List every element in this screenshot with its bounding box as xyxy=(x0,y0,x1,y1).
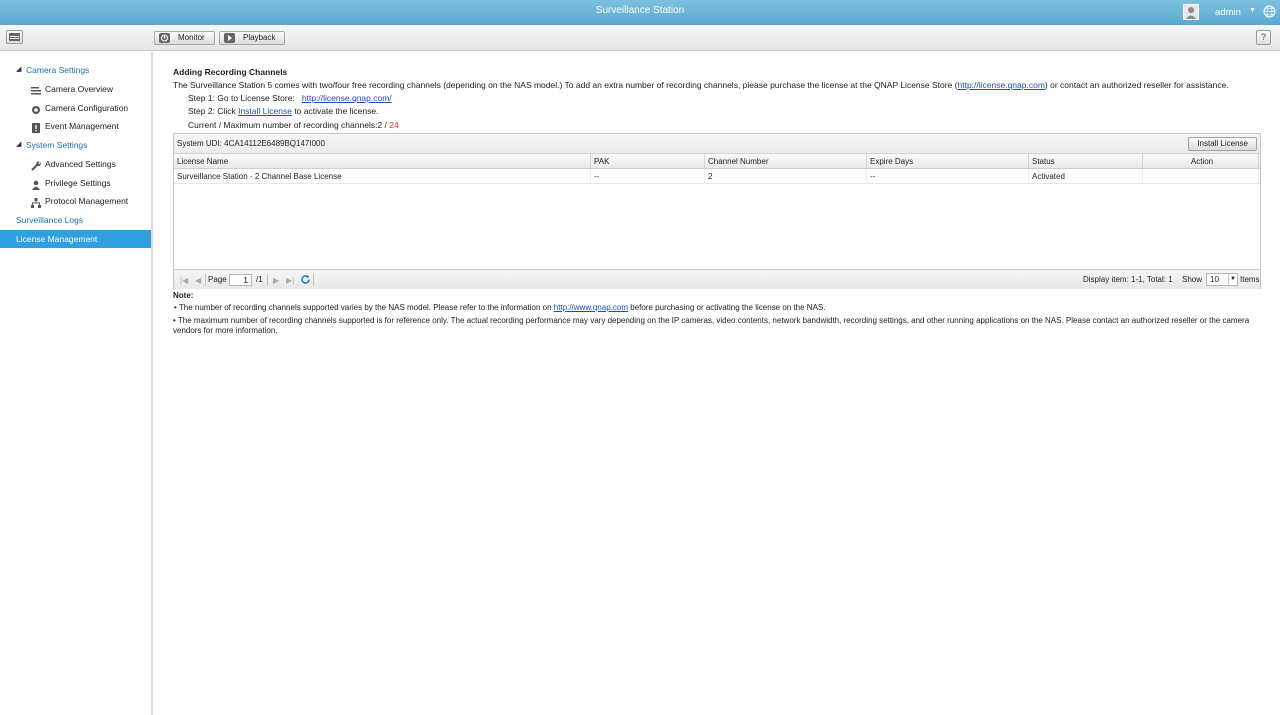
note-item: • The number of recording channels suppo… xyxy=(174,303,826,312)
sidebar-item-camera-overview[interactable]: Camera Overview xyxy=(0,80,151,98)
pagination-bar: |◀ ◀ Page /1 ▶ ▶| Display item: 1-1, Tot… xyxy=(174,269,1260,289)
column-status[interactable]: Status xyxy=(1029,154,1143,169)
page-total: /1 xyxy=(256,275,263,284)
sidebar-item-license-management[interactable]: License Management xyxy=(0,230,151,248)
cell-action xyxy=(1143,169,1259,184)
cell-pak: -- xyxy=(591,169,705,184)
user-avatar-icon[interactable] xyxy=(1183,4,1199,20)
title-bar: Surveillance Station admin ▼ xyxy=(0,0,1280,25)
prev-page-icon[interactable]: ◀ xyxy=(195,276,201,285)
page-label: Page xyxy=(208,275,227,284)
sidebar-group-camera-settings[interactable]: ◢ Camera Settings xyxy=(0,61,151,79)
column-license-name[interactable]: License Name xyxy=(174,154,591,169)
column-channel-number[interactable]: Channel Number xyxy=(705,154,867,169)
sidebar-item-protocol-management[interactable]: Protocol Management xyxy=(0,192,151,210)
license-grid: System UDI: 4CA14112E6489BQ147I000 Insta… xyxy=(173,133,1261,289)
chevron-down-icon[interactable]: ▼ xyxy=(1228,274,1237,285)
sidebar: ◢ Camera Settings Camera Overview Camera… xyxy=(0,52,153,715)
network-icon xyxy=(31,196,42,208)
wrench-icon xyxy=(31,159,42,171)
toolbar: Monitor Playback ? xyxy=(0,25,1280,51)
cell-expire-days: -- xyxy=(867,169,1029,184)
playback-button[interactable]: Playback xyxy=(219,31,285,45)
monitor-icon xyxy=(159,33,170,43)
chevron-down-icon[interactable]: ▼ xyxy=(1249,7,1256,14)
page-size-select[interactable]: 10 ▼ xyxy=(1206,273,1238,286)
install-license-link[interactable]: Install License xyxy=(238,106,292,116)
sidebar-item-privilege-settings[interactable]: Privilege Settings xyxy=(0,174,151,192)
note-item: • The maximum number of recording channe… xyxy=(173,316,1250,335)
expand-triangle-icon[interactable]: ◢ xyxy=(16,61,21,79)
sidebar-item-camera-configuration[interactable]: Camera Configuration xyxy=(0,99,151,117)
qnap-website-link[interactable]: http://www.qnap.com xyxy=(554,303,628,312)
cell-channel-number: 2 xyxy=(705,169,867,184)
channel-count: Current / Maximum number of recording ch… xyxy=(188,120,399,130)
user-icon xyxy=(31,178,42,190)
main-menu-button[interactable] xyxy=(6,30,23,44)
step2: Step 2: Click Install License to activat… xyxy=(188,106,379,116)
refresh-icon[interactable] xyxy=(300,274,311,287)
grid-header-bar: System UDI: 4CA14112E6489BQ147I000 Insta… xyxy=(174,134,1260,154)
language-globe-icon[interactable] xyxy=(1263,5,1276,20)
page-title: Adding Recording Channels xyxy=(173,67,288,77)
alert-icon xyxy=(31,121,42,133)
table-header: License Name PAK Channel Number Expire D… xyxy=(174,154,1260,169)
step1: Step 1: Go to License Store: http://lice… xyxy=(188,93,392,103)
monitor-button[interactable]: Monitor xyxy=(154,31,215,45)
divider xyxy=(205,274,206,286)
app-title: Surveillance Station xyxy=(595,5,685,16)
cell-status: Activated xyxy=(1029,169,1143,184)
license-store-link[interactable]: http://license.qnap.com xyxy=(958,80,1045,90)
first-page-icon[interactable]: |◀ xyxy=(180,276,188,285)
install-license-button[interactable]: Install License xyxy=(1188,137,1257,151)
column-pak[interactable]: PAK xyxy=(591,154,705,169)
sidebar-item-advanced-settings[interactable]: Advanced Settings xyxy=(0,155,151,173)
column-action[interactable]: Action xyxy=(1143,154,1259,169)
user-menu[interactable]: admin xyxy=(1215,7,1241,18)
list-icon xyxy=(31,84,42,95)
system-udi: System UDI: 4CA14112E6489BQ147I000 xyxy=(177,139,325,148)
show-label: Show xyxy=(1182,275,1203,284)
column-expire-days[interactable]: Expire Days xyxy=(867,154,1029,169)
max-channels-value: 24 xyxy=(389,120,399,130)
next-page-icon[interactable]: ▶ xyxy=(273,276,279,285)
intro-text: The Surveillance Station 5 comes with tw… xyxy=(173,80,1229,90)
divider xyxy=(313,274,314,286)
expand-triangle-icon[interactable]: ◢ xyxy=(16,136,21,154)
play-icon xyxy=(224,33,235,43)
notes-title: Note: xyxy=(173,291,194,300)
help-button[interactable]: ? xyxy=(1256,30,1271,45)
last-page-icon[interactable]: ▶| xyxy=(286,276,294,285)
display-count: Display item: 1-1, Total: 1 xyxy=(1083,275,1173,284)
sidebar-group-system-settings[interactable]: ◢ System Settings xyxy=(0,136,151,154)
camera-icon xyxy=(31,103,42,114)
license-store-url-link[interactable]: http://license.qnap.com/ xyxy=(302,93,392,103)
table-row[interactable]: Surveillance Station - 2 Channel Base Li… xyxy=(174,169,1260,184)
divider xyxy=(267,274,268,286)
items-label: Items xyxy=(1240,275,1260,284)
sidebar-item-event-management[interactable]: Event Management xyxy=(0,117,151,135)
sidebar-item-surveillance-logs[interactable]: Surveillance Logs xyxy=(0,211,151,229)
cell-license-name: Surveillance Station - 2 Channel Base Li… xyxy=(174,169,591,184)
page-number-input[interactable] xyxy=(229,274,252,286)
